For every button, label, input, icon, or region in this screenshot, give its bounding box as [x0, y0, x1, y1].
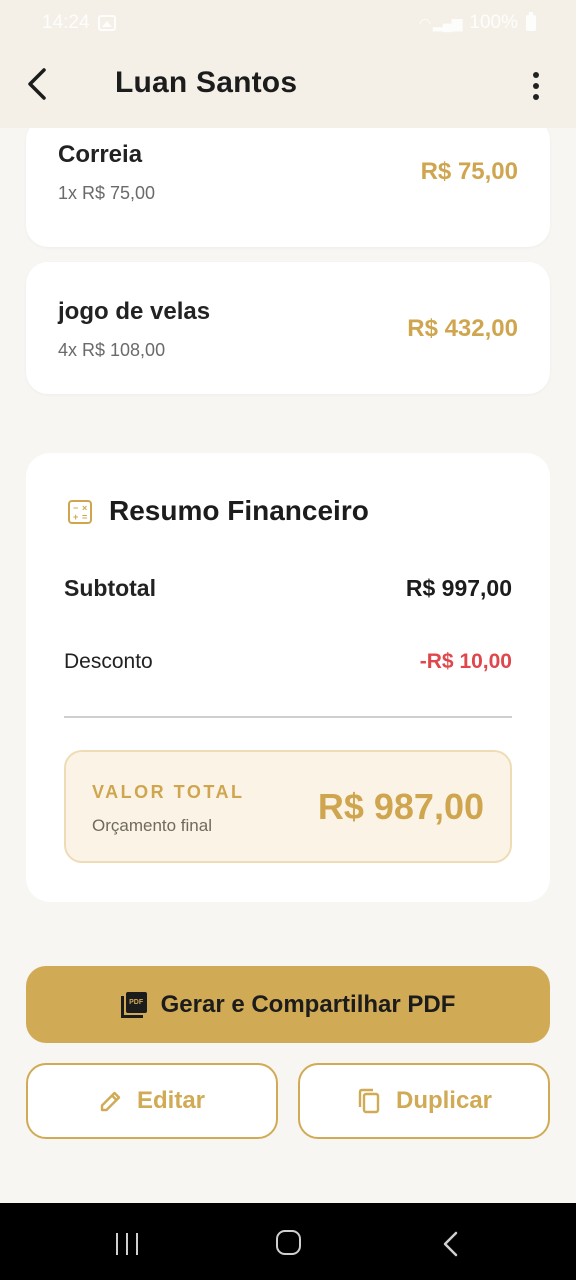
nav-back-icon[interactable] [440, 1231, 462, 1257]
discount-label: Desconto [64, 650, 153, 673]
pencil-icon [100, 1091, 121, 1112]
calculator-icon: − × + = [68, 500, 92, 524]
duplicate-button[interactable]: Duplicar [298, 1063, 550, 1139]
subtotal-label: Subtotal [64, 575, 156, 601]
page-title: Luan Santos [115, 66, 298, 99]
list-item: Correia 1x R$ 75,00 R$ 75,00 [26, 128, 550, 247]
item-quantity-price: 4x R$ 108,00 [58, 340, 166, 360]
total-value-box: VALOR TOTAL Orçamento final R$ 987,00 [64, 750, 512, 863]
status-battery-level: 100% [469, 12, 518, 33]
divider [64, 716, 512, 718]
list-item: jogo de velas 4x R$ 108,00 R$ 432,00 [26, 262, 550, 394]
pdf-button-label: Gerar e Compartilhar PDF [160, 990, 456, 1018]
wifi-signal-icon: ◠ ▂▄▆ [418, 14, 463, 31]
budget-details-content[interactable]: Correia 1x R$ 75,00 R$ 75,00 jogo de vel… [0, 128, 576, 1203]
more-options-button[interactable] [518, 68, 554, 104]
home-icon[interactable] [276, 1230, 301, 1255]
item-name: jogo de velas [58, 298, 211, 325]
item-total: R$ 75,00 [420, 158, 518, 185]
item-name: Correia [58, 141, 143, 168]
back-button[interactable] [18, 64, 54, 104]
pdf-icon: PDF [120, 991, 147, 1018]
back-arrow-icon [28, 68, 46, 100]
edit-button[interactable]: Editar [26, 1063, 278, 1139]
total-subtitle: Orçamento final [92, 816, 212, 835]
system-navigation-bar [0, 1203, 576, 1280]
subtotal-value: R$ 997,00 [405, 575, 512, 601]
status-bar: 14:24 ◠ ▂▄▆ 100% [0, 0, 576, 46]
gallery-notification-icon [97, 15, 116, 31]
duplicate-button-label: Duplicar [395, 1087, 493, 1114]
more-vertical-icon [533, 72, 539, 78]
more-vertical-icon-dot [533, 94, 539, 100]
copy-icon [358, 1088, 380, 1114]
generate-share-pdf-button[interactable]: PDF Gerar e Compartilhar PDF [26, 966, 550, 1043]
app-bar: Luan Santos [0, 46, 576, 128]
total-value: R$ 987,00 [317, 786, 484, 827]
edit-button-label: Editar [136, 1087, 205, 1114]
item-total: R$ 432,00 [407, 315, 518, 342]
battery-icon [526, 12, 536, 31]
more-vertical-icon-dot [533, 83, 539, 89]
summary-title: Resumo Financeiro [109, 495, 369, 526]
status-time: 14:24 [42, 12, 90, 33]
item-quantity-price: 1x R$ 75,00 [58, 183, 156, 203]
financial-summary-card: − × + = Resumo Financeiro Subtotal R$ 997,… [26, 453, 550, 902]
recent-apps-icon[interactable] [116, 1233, 138, 1255]
discount-value: -R$ 10,00 [419, 650, 512, 673]
total-label: VALOR TOTAL [92, 782, 245, 802]
